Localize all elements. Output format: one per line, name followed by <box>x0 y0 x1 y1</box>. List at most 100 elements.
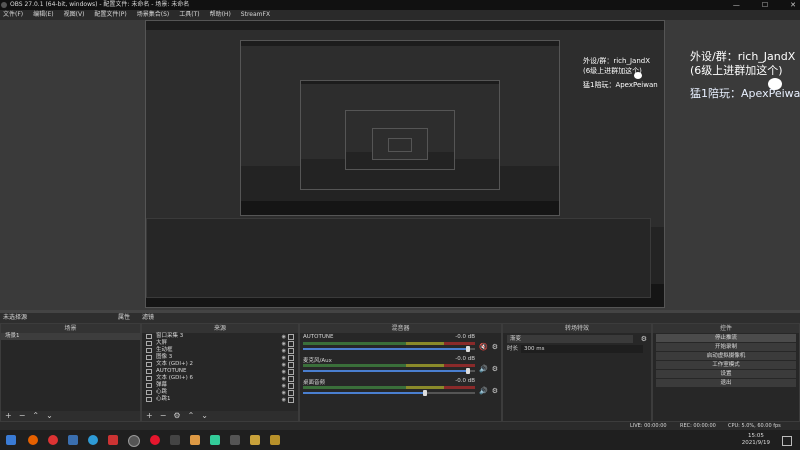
browser-icon <box>146 383 152 388</box>
media-icon <box>146 341 152 346</box>
move-down-icon[interactable]: ⌄ <box>46 411 53 421</box>
windows-start-icon[interactable] <box>6 435 16 445</box>
windows-taskbar: 15:05 2021/9/19 <box>0 430 800 450</box>
volume-slider[interactable] <box>303 368 475 374</box>
preview-canvas[interactable]: 外设/群：rich_JandX (6级上进群加这个) 猛1陪玩：ApexPeiw… <box>0 20 800 310</box>
move-up-icon[interactable]: ⌃ <box>188 411 195 421</box>
exit-button[interactable]: 退出 <box>656 379 796 387</box>
maximize-button[interactable]: ☐ <box>762 0 768 10</box>
source-item[interactable]: AUTOTUNE ◉ <box>142 368 298 375</box>
add-source-button[interactable]: + <box>146 411 153 421</box>
title-bar: OBS 27.0.1 (64-bit, windows) - 配置文件: 未命名… <box>0 0 800 10</box>
volume-meter <box>303 386 475 389</box>
steam-icon[interactable] <box>250 435 260 445</box>
notification-icon[interactable] <box>782 436 792 446</box>
window-capture-icon <box>146 334 152 339</box>
overlay-line-1-small: 外设/群：rich_JandX <box>583 57 650 65</box>
overlay-line-3-small: 猛1陪玩：ApexPeiwan <box>583 81 658 89</box>
nested-dock <box>146 218 651 298</box>
app-icon[interactable] <box>170 435 180 445</box>
apex-icon[interactable] <box>108 435 118 445</box>
scene-item[interactable]: 场景1 <box>1 333 140 340</box>
lock-icon[interactable] <box>288 397 294 403</box>
menu-tools[interactable]: 工具(T) <box>179 10 199 20</box>
stop-streaming-button[interactable]: 停止推流 <box>656 334 796 342</box>
nested-preview-6 <box>388 138 412 152</box>
visibility-icon[interactable]: ◉ <box>282 397 286 404</box>
app2-icon[interactable] <box>230 435 240 445</box>
menu-help[interactable]: 帮助(H) <box>210 10 231 20</box>
source-item[interactable]: 弹幕 ◉ <box>142 382 298 389</box>
settings-button[interactable]: 设置 <box>656 370 796 378</box>
system-clock[interactable]: 15:05 2021/9/19 <box>742 433 770 447</box>
weibo-icon[interactable] <box>150 435 160 445</box>
menu-edit[interactable]: 编辑(E) <box>33 10 53 20</box>
source-settings-icon[interactable]: ⚙ <box>173 411 180 421</box>
filters-button[interactable]: 滤镜 <box>142 313 154 323</box>
move-up-icon[interactable]: ⌃ <box>32 411 39 421</box>
firefox-icon[interactable] <box>28 435 38 445</box>
gear-icon[interactable]: ⚙ <box>492 387 498 395</box>
channel-db: -0.0 dB <box>455 356 475 362</box>
clock-date: 2021/9/19 <box>741 440 770 446</box>
speaker-icon[interactable]: 🔊 <box>479 387 488 395</box>
remove-scene-button[interactable]: − <box>19 411 26 421</box>
close-button[interactable]: ✕ <box>790 0 796 10</box>
transition-select[interactable]: 渐变 <box>507 335 633 343</box>
volume-slider[interactable] <box>303 390 475 396</box>
source-item[interactable]: 文本 (GDI+) 2 ◉ <box>142 361 298 368</box>
live-status: LIVE: 00:00:00 <box>630 423 667 429</box>
window-title: OBS 27.0.1 (64-bit, windows) - 配置文件: 未命名… <box>10 1 190 8</box>
menu-streamfx[interactable]: StreamFX <box>241 10 270 20</box>
source-item[interactable]: 窗口采集 3 ◉ <box>142 333 298 340</box>
source-item[interactable]: 心跳 ◉ <box>142 389 298 396</box>
chrome-icon[interactable] <box>48 435 58 445</box>
mute-speaker-icon[interactable]: 🔇 <box>479 343 488 351</box>
start-recording-button[interactable]: 开始录制 <box>656 343 796 351</box>
mixer-channel: AUTOTUNE -0.0 dB 🔇 ⚙ <box>300 333 501 355</box>
image-icon <box>146 355 152 360</box>
menu-file[interactable]: 文件(F) <box>3 10 23 20</box>
folder-icon[interactable] <box>68 435 78 445</box>
shield-icon[interactable] <box>190 435 200 445</box>
overlay-text-group: 外设/群：rich_JandX (6级上进群加这个) 猛1陪玩：ApexPeiw… <box>690 50 800 101</box>
duration-label: 时长 <box>507 346 519 352</box>
no-source-label: 未选择源 <box>3 314 28 321</box>
play-icon[interactable] <box>210 435 220 445</box>
source-item[interactable]: 心跳1 ◉ <box>142 396 298 403</box>
mixer-title: 混音器 <box>300 324 501 333</box>
speaker-icon[interactable]: 🔊 <box>479 365 488 373</box>
wechat-icon-small <box>634 72 642 79</box>
gear-icon[interactable]: ⚙ <box>641 335 647 343</box>
browser-icon <box>146 390 152 395</box>
duration-input[interactable]: 300 ms <box>521 345 643 353</box>
source-item[interactable]: 文本 (GDI+) 6 ◉ <box>142 375 298 382</box>
add-scene-button[interactable]: + <box>5 411 12 421</box>
scenes-toolbar: + − ⌃ ⌄ <box>1 411 140 421</box>
game-icon[interactable] <box>270 435 280 445</box>
source-item[interactable]: 大屏 ◉ <box>142 340 298 347</box>
menu-profile[interactable]: 配置文件(P) <box>94 10 126 20</box>
gear-icon[interactable]: ⚙ <box>492 343 498 351</box>
cpu-status: CPU: 5.0%, 60.00 fps <box>728 423 781 429</box>
move-down-icon[interactable]: ⌄ <box>201 411 208 421</box>
virtual-camera-button[interactable]: 启动虚拟摄像机 <box>656 352 796 360</box>
obs-icon[interactable] <box>128 435 140 447</box>
studio-mode-button[interactable]: 工作室模式 <box>656 361 796 369</box>
properties-button[interactable]: 属性 <box>118 313 130 323</box>
controls-panel: 控件 停止推流 开始录制 启动虚拟摄像机 工作室模式 设置 退出 <box>652 323 800 422</box>
menu-scene-collection[interactable]: 场景集合(S) <box>137 10 170 20</box>
edge-icon[interactable] <box>88 435 98 445</box>
obs-logo-icon <box>1 2 7 8</box>
text-icon <box>146 362 152 367</box>
volume-slider[interactable] <box>303 346 475 352</box>
remove-source-button[interactable]: − <box>160 411 167 421</box>
menu-view[interactable]: 视图(V) <box>64 10 85 20</box>
gear-icon[interactable]: ⚙ <box>492 365 498 373</box>
source-item[interactable]: 图像 3 ◉ <box>142 354 298 361</box>
media-icon <box>146 348 152 353</box>
source-item[interactable]: 生动框 ◉ <box>142 347 298 354</box>
overlay-line-1: 外设/群：rich_JandX <box>690 50 796 63</box>
text-icon <box>146 376 152 381</box>
minimize-button[interactable]: — <box>733 0 740 10</box>
